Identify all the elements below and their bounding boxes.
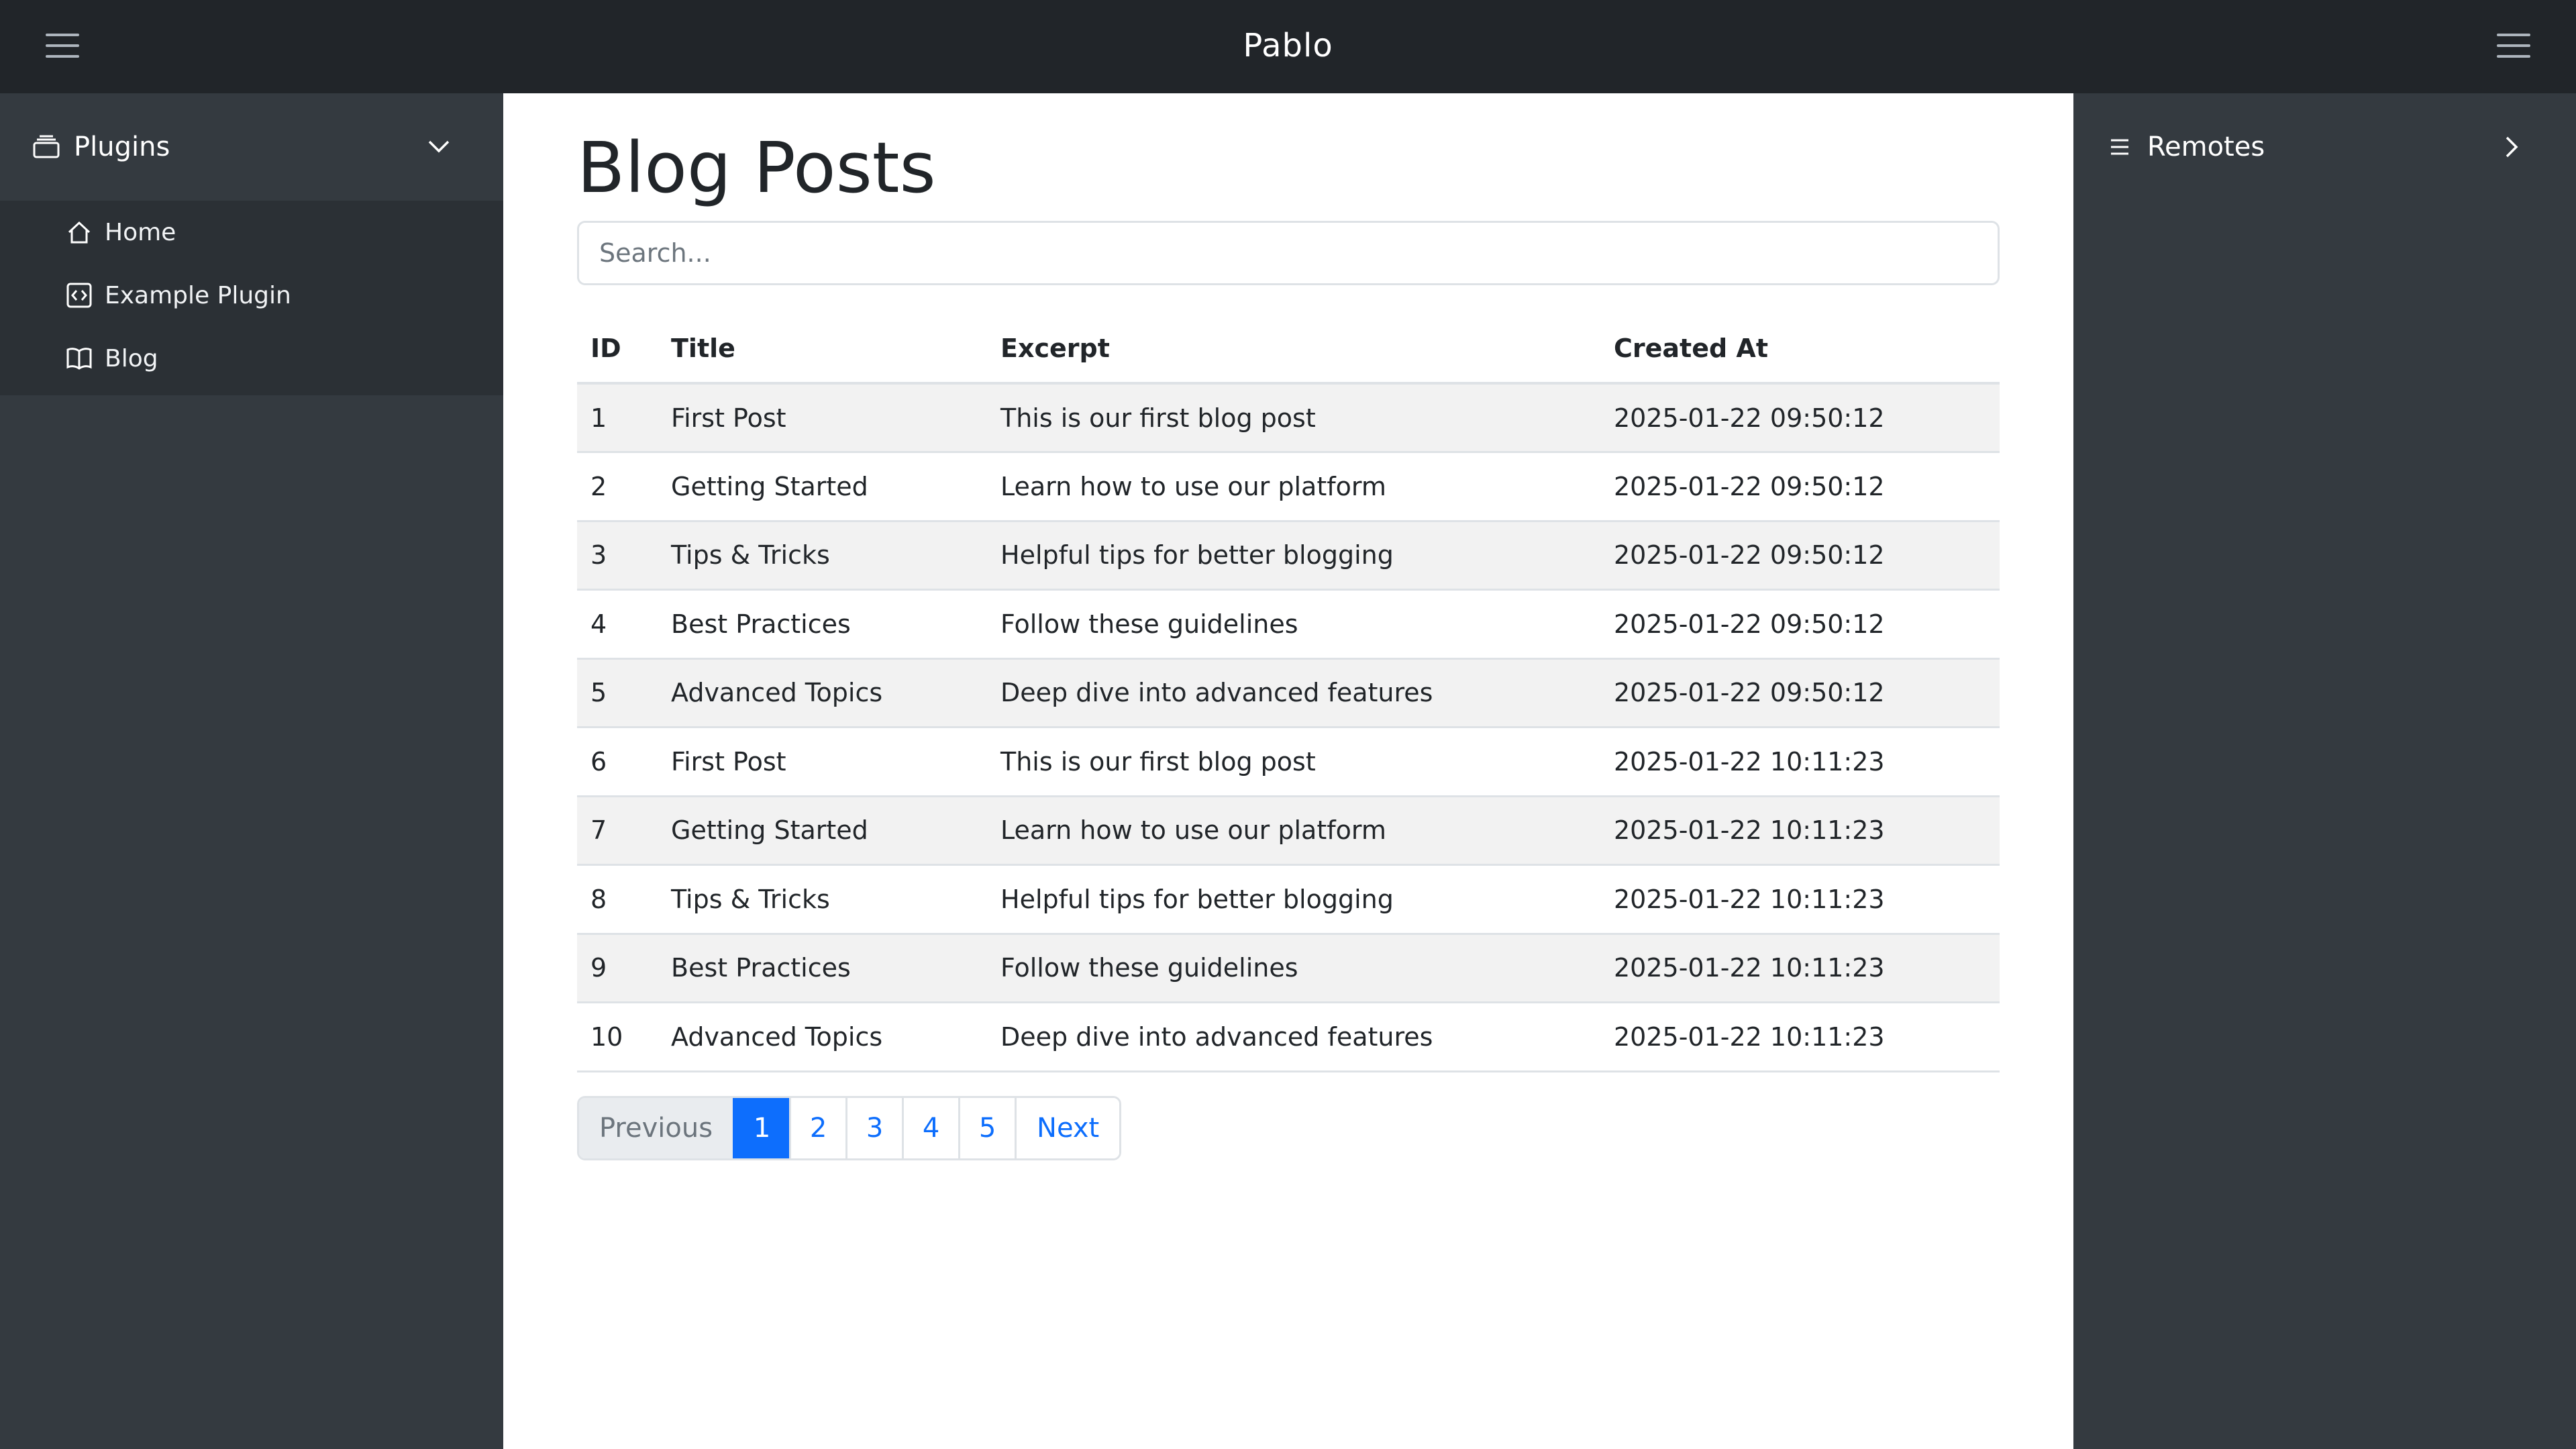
- cell-title: Best Practices: [658, 934, 987, 1003]
- plugins-section-label: Plugins: [74, 132, 170, 162]
- table-row[interactable]: 1 First Post This is our first blog post…: [577, 383, 2000, 453]
- cell-created-at: 2025-01-22 09:50:12: [1600, 383, 2000, 453]
- column-header-title[interactable]: Title: [658, 315, 987, 385]
- sidebar-item-label: Example Plugin: [105, 281, 291, 309]
- stack-icon: [33, 135, 60, 158]
- table-row[interactable]: 3 Tips & Tricks Helpful tips for better …: [577, 521, 2000, 591]
- chevron-right-icon: [2506, 136, 2518, 158]
- main-content: Blog Posts ID Title Excerpt Created At 1…: [503, 93, 2073, 1449]
- cell-id: 1: [577, 383, 658, 453]
- previous-page-button[interactable]: Previous: [579, 1098, 733, 1158]
- cell-created-at: 2025-01-22 09:50:12: [1600, 452, 2000, 522]
- sidebar-item-label: Blog: [105, 344, 158, 372]
- cell-title: Advanced Topics: [658, 1002, 987, 1072]
- search-input[interactable]: [577, 221, 2000, 285]
- blog-posts-table: ID Title Excerpt Created At 1 First Post…: [577, 315, 2000, 1072]
- sidebar-item-label: Home: [105, 218, 176, 246]
- cell-excerpt: Helpful tips for better blogging: [987, 521, 1600, 591]
- column-header-excerpt[interactable]: Excerpt: [987, 315, 1600, 385]
- pagination: Previous 1 2 3 4 5 Next: [577, 1096, 1122, 1160]
- cell-created-at: 2025-01-22 09:50:12: [1600, 589, 2000, 660]
- cell-title: Tips & Tricks: [658, 864, 987, 935]
- cell-created-at: 2025-01-22 10:11:23: [1600, 934, 2000, 1003]
- page-title: Blog Posts: [577, 127, 936, 209]
- cell-id: 10: [577, 1002, 658, 1072]
- cell-title: Best Practices: [658, 589, 987, 660]
- chevron-down-icon: [428, 140, 450, 153]
- cell-created-at: 2025-01-22 10:11:23: [1600, 796, 2000, 866]
- page-2-button[interactable]: 2: [789, 1098, 846, 1158]
- table-row[interactable]: 9 Best Practices Follow these guidelines…: [577, 934, 2000, 1003]
- table-row[interactable]: 4 Best Practices Follow these guidelines…: [577, 589, 2000, 660]
- cell-id: 6: [577, 727, 658, 797]
- cell-title: First Post: [658, 727, 987, 797]
- table-row[interactable]: 10 Advanced Topics Deep dive into advanc…: [577, 1002, 2000, 1072]
- home-icon: [68, 221, 91, 244]
- cell-id: 8: [577, 864, 658, 935]
- cell-excerpt: Deep dive into advanced features: [987, 658, 1600, 728]
- right-sidebar: Remotes: [2073, 93, 2576, 1449]
- cell-excerpt: Follow these guidelines: [987, 934, 1600, 1003]
- app-title: Pablo: [1243, 27, 1333, 64]
- page-3-button[interactable]: 3: [845, 1098, 903, 1158]
- cell-title: Getting Started: [658, 452, 987, 522]
- cell-excerpt: This is our first blog post: [987, 383, 1600, 453]
- cell-id: 3: [577, 521, 658, 591]
- cell-created-at: 2025-01-22 10:11:23: [1600, 864, 2000, 935]
- cell-excerpt: Learn how to use our platform: [987, 452, 1600, 522]
- cell-created-at: 2025-01-22 10:11:23: [1600, 1002, 2000, 1072]
- cell-created-at: 2025-01-22 09:50:12: [1600, 521, 2000, 591]
- table-row[interactable]: 2 Getting Started Learn how to use our p…: [577, 452, 2000, 522]
- cell-created-at: 2025-01-22 09:50:12: [1600, 658, 2000, 728]
- table-row[interactable]: 7 Getting Started Learn how to use our p…: [577, 796, 2000, 866]
- cell-title: Getting Started: [658, 796, 987, 866]
- column-header-id[interactable]: ID: [577, 315, 658, 385]
- cell-id: 9: [577, 934, 658, 1003]
- page-4-button[interactable]: 4: [902, 1098, 959, 1158]
- remotes-section-toggle[interactable]: Remotes: [2073, 93, 2576, 201]
- cell-id: 5: [577, 658, 658, 728]
- cell-title: First Post: [658, 383, 987, 453]
- plugins-section-toggle[interactable]: Plugins: [0, 93, 503, 201]
- cell-id: 2: [577, 452, 658, 522]
- list-icon: [2111, 139, 2128, 155]
- cell-excerpt: This is our first blog post: [987, 727, 1600, 797]
- sidebar-item-blog[interactable]: Blog: [0, 327, 503, 390]
- plugins-list: Home Example Plugin Blog: [0, 201, 503, 395]
- table-row[interactable]: 5 Advanced Topics Deep dive into advance…: [577, 658, 2000, 728]
- page-5-button[interactable]: 5: [958, 1098, 1015, 1158]
- menu-toggle-right-icon[interactable]: [2497, 34, 2530, 60]
- code-icon: [66, 283, 92, 308]
- cell-id: 4: [577, 589, 658, 660]
- column-header-created-at[interactable]: Created At: [1600, 315, 2000, 385]
- page-1-button[interactable]: 1: [733, 1098, 790, 1158]
- cell-excerpt: Learn how to use our platform: [987, 796, 1600, 866]
- cell-excerpt: Follow these guidelines: [987, 589, 1600, 660]
- sidebar-item-example-plugin[interactable]: Example Plugin: [0, 264, 503, 327]
- top-navbar: Pablo: [0, 0, 2576, 93]
- next-page-button[interactable]: Next: [1015, 1098, 1120, 1158]
- book-icon: [66, 348, 92, 370]
- cell-created-at: 2025-01-22 10:11:23: [1600, 727, 2000, 797]
- table-header-row: ID Title Excerpt Created At: [577, 315, 2000, 385]
- sidebar-item-home[interactable]: Home: [0, 201, 503, 264]
- remotes-label: Remotes: [2147, 132, 2265, 162]
- cell-id: 7: [577, 796, 658, 866]
- table-row[interactable]: 8 Tips & Tricks Helpful tips for better …: [577, 864, 2000, 935]
- cell-excerpt: Deep dive into advanced features: [987, 1002, 1600, 1072]
- cell-excerpt: Helpful tips for better blogging: [987, 864, 1600, 935]
- table-row[interactable]: 6 First Post This is our first blog post…: [577, 727, 2000, 797]
- cell-title: Advanced Topics: [658, 658, 987, 728]
- cell-title: Tips & Tricks: [658, 521, 987, 591]
- left-sidebar: Plugins Home Example Plugin Blog: [0, 93, 503, 1449]
